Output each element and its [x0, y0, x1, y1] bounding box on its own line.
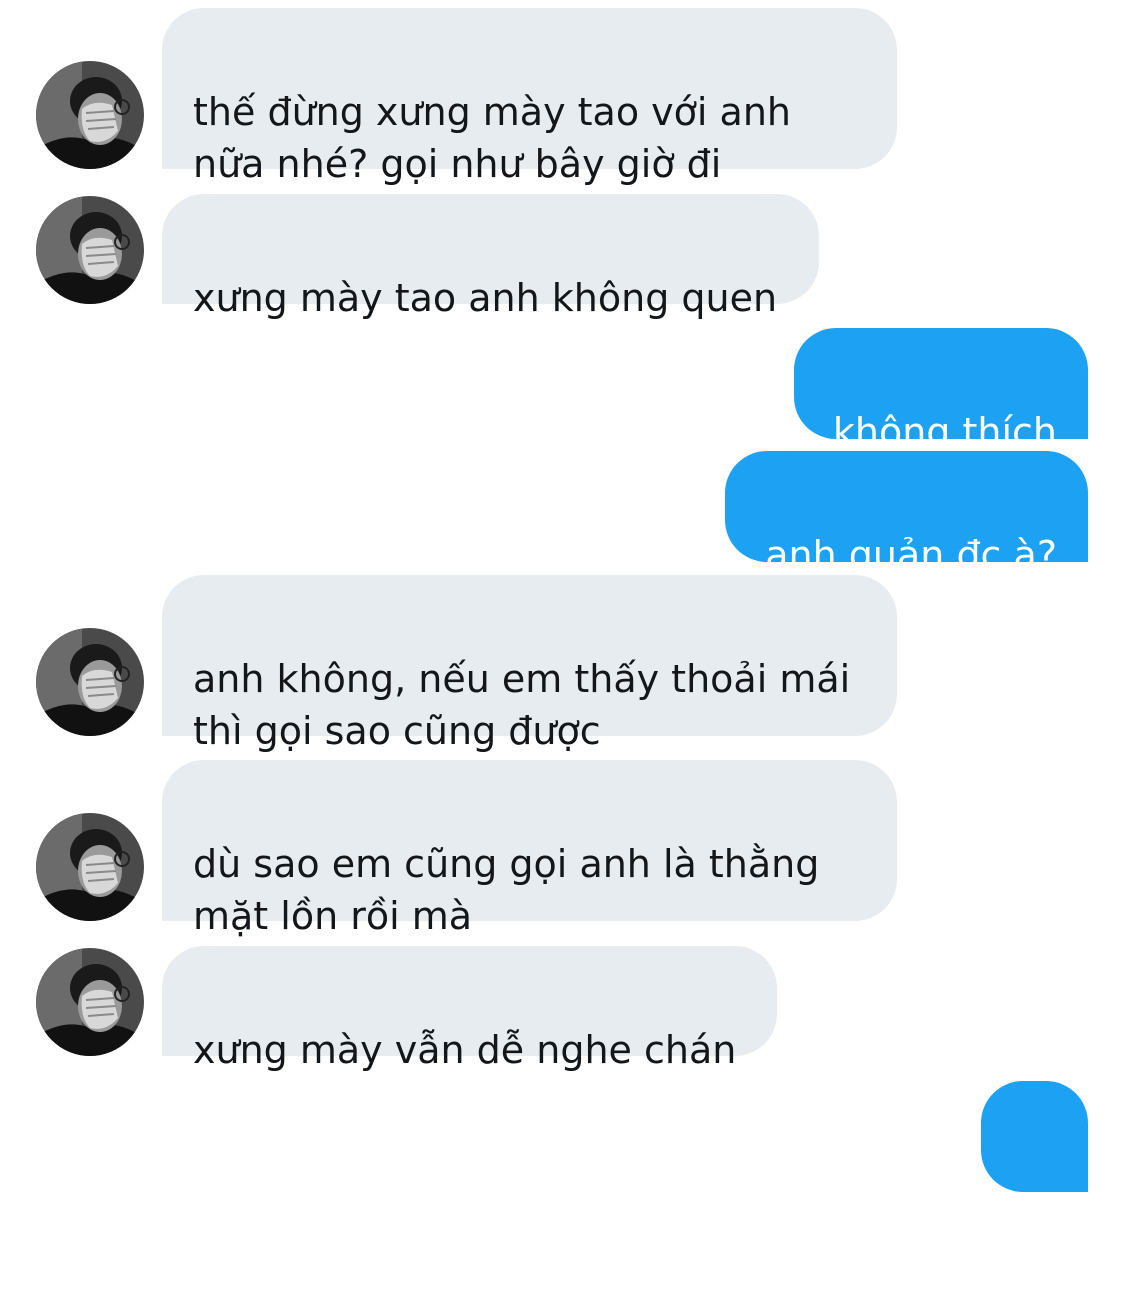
received-message-bubble[interactable]: xưng mày tao anh không quen [162, 194, 819, 320]
received-message-bubble[interactable]: anh không, nếu em thấy thoải mái thì gọi… [162, 575, 897, 753]
sent-message-bubble[interactable]: không thích [794, 328, 1088, 454]
message-text: không thích [832, 410, 1057, 454]
sent-message-bubble[interactable]: anh quản đc à? [725, 451, 1088, 577]
message-text: xưng mày vẫn dễ nghe chán [193, 1028, 737, 1072]
message-text: xưng mày tao anh không quen [193, 276, 778, 320]
received-message-bubble[interactable]: dù sao em cũng gọi anh là thằng mặt lồn … [162, 760, 897, 938]
sent-message-bubble[interactable]: .... [981, 1081, 1088, 1266]
received-message-bubble[interactable]: thế đừng xưng mày tao với anh nữa nhé? g… [162, 8, 897, 186]
contact-avatar[interactable] [36, 61, 144, 169]
contact-avatar[interactable] [36, 196, 144, 304]
message-text: .... [1010, 1228, 1059, 1266]
contact-avatar[interactable] [36, 948, 144, 1056]
message-text: anh không, nếu em thấy thoải mái thì gọi… [193, 657, 851, 753]
message-text: thế đừng xưng mày tao với anh nữa nhé? g… [193, 90, 791, 186]
contact-avatar[interactable] [36, 628, 144, 736]
contact-avatar[interactable] [36, 813, 144, 921]
message-text: anh quản đc à? [765, 533, 1057, 577]
received-message-bubble[interactable]: xưng mày vẫn dễ nghe chán [162, 946, 777, 1072]
message-text: dù sao em cũng gọi anh là thằng mặt lồn … [193, 842, 820, 938]
